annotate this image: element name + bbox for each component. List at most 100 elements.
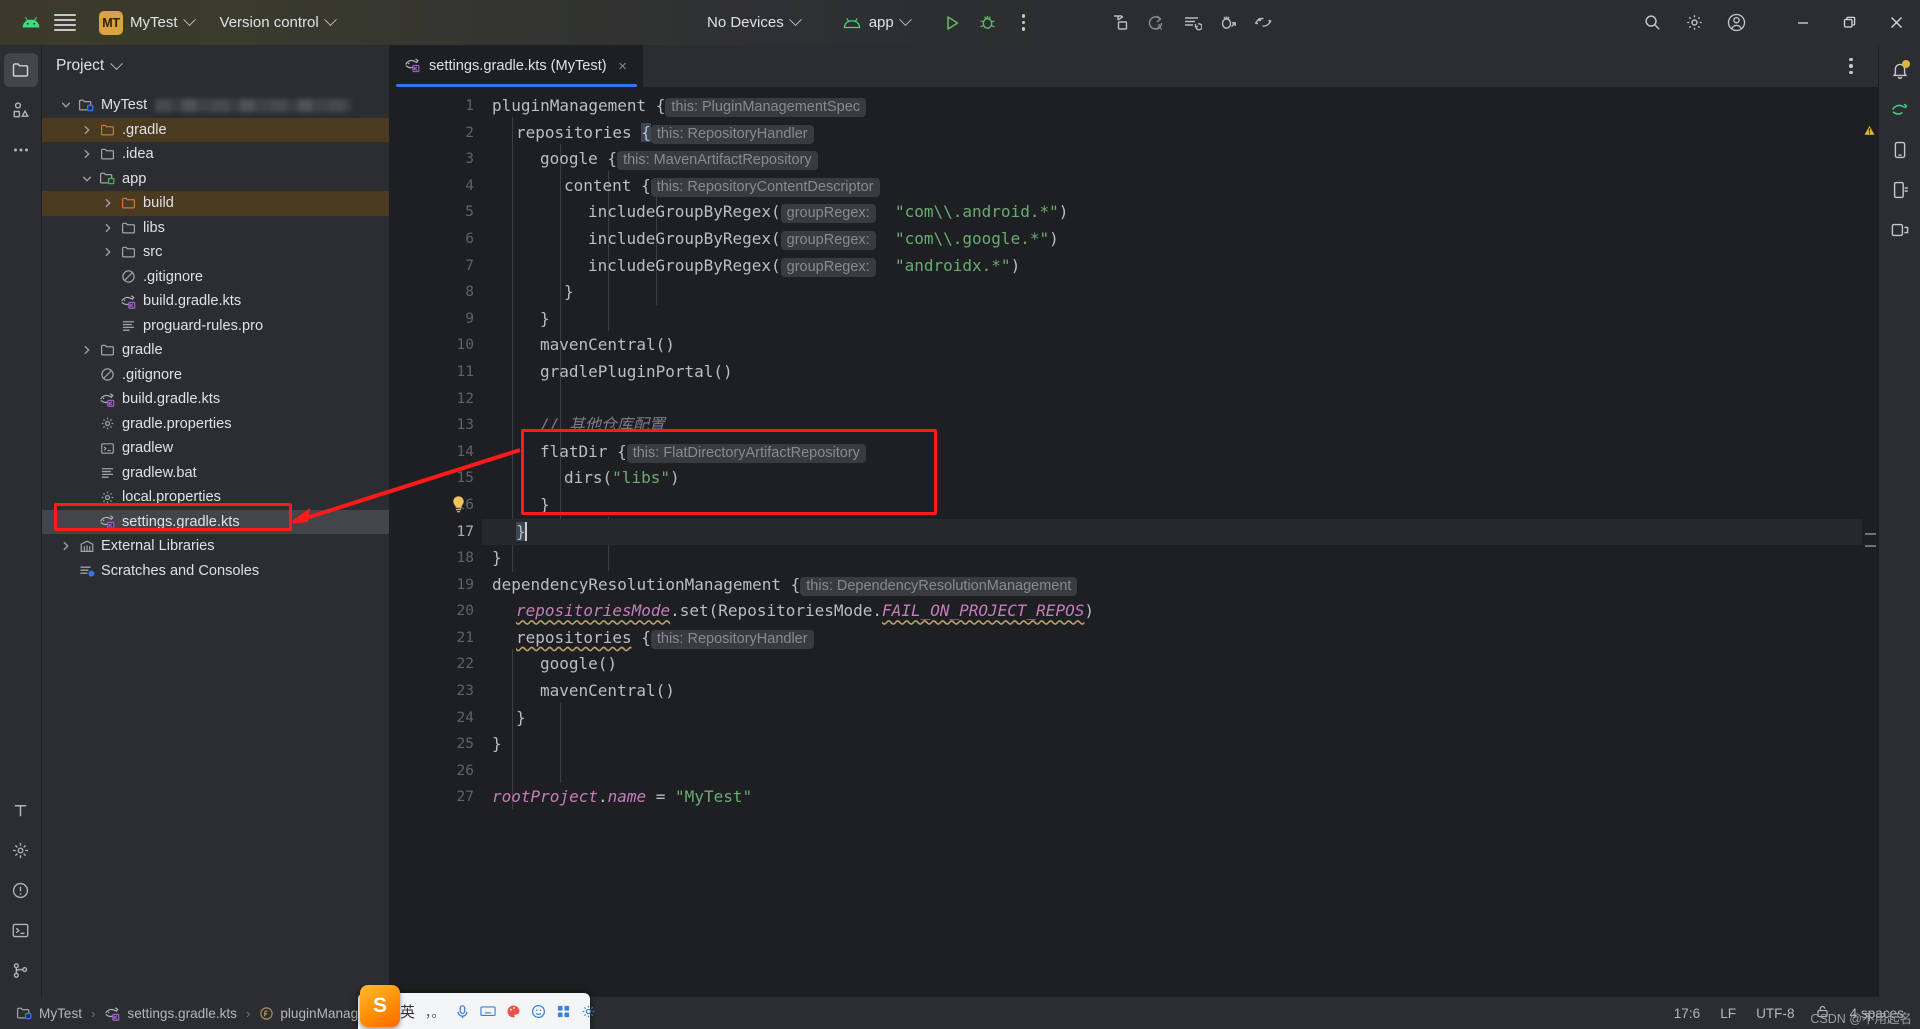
editor-options-button[interactable] bbox=[1834, 50, 1868, 82]
code-line[interactable]: } bbox=[482, 306, 1862, 333]
line-separator[interactable]: LF bbox=[1720, 1006, 1736, 1021]
line-number[interactable]: 3 bbox=[390, 146, 482, 173]
code-line[interactable]: includeGroupByRegex(groupRegex: "android… bbox=[482, 253, 1862, 280]
logcat-button[interactable] bbox=[1175, 7, 1209, 39]
code-line[interactable]: mavenCentral() bbox=[482, 332, 1862, 359]
code-line[interactable]: content {this: RepositoryContentDescript… bbox=[482, 173, 1862, 200]
ime-punctuation-label[interactable]: ，。 bbox=[425, 1002, 445, 1021]
tree-item-gradlew[interactable]: gradlew bbox=[42, 436, 389, 461]
chevron-down-icon[interactable] bbox=[58, 97, 74, 113]
line-number[interactable]: 15 bbox=[390, 465, 482, 492]
code-editor[interactable]: 1234567891011121314151617181920212223242… bbox=[390, 87, 1878, 997]
code-line[interactable] bbox=[482, 758, 1862, 785]
sidebar-item-structure[interactable] bbox=[4, 93, 38, 127]
line-number[interactable]: 19 bbox=[390, 572, 482, 599]
code-line[interactable]: pluginManagement {this: PluginManagement… bbox=[482, 93, 1862, 120]
code-line[interactable]: rootProject.name = "MyTest" bbox=[482, 784, 1862, 811]
search-everywhere-button[interactable] bbox=[1635, 7, 1669, 39]
line-number[interactable]: 4 bbox=[390, 173, 482, 200]
line-number[interactable]: 23 bbox=[390, 678, 482, 705]
chevron-right-icon[interactable] bbox=[79, 342, 95, 358]
breadcrumb-item[interactable]: MyTest bbox=[12, 1003, 86, 1024]
code-line[interactable]: // 其他仓库配置 bbox=[482, 412, 1862, 439]
ime-mode-label[interactable]: 英 bbox=[400, 1001, 415, 1022]
emoji-icon[interactable] bbox=[531, 1002, 546, 1021]
tree-item-proguard-rules-pro[interactable]: proguard-rules.pro bbox=[42, 314, 389, 339]
code-line[interactable]: dirs("libs") bbox=[482, 465, 1862, 492]
caret-position[interactable]: 17:6 bbox=[1674, 1006, 1700, 1021]
line-number[interactable]: 25 bbox=[390, 731, 482, 758]
line-number[interactable]: 17 bbox=[390, 519, 482, 546]
minimize-button[interactable] bbox=[1779, 0, 1826, 45]
project-selector[interactable]: MT MyTest bbox=[90, 8, 203, 38]
chevron-right-icon[interactable] bbox=[58, 538, 74, 554]
line-number[interactable]: 27 bbox=[390, 784, 482, 811]
notifications-button[interactable] bbox=[1883, 53, 1917, 87]
line-number[interactable]: 5 bbox=[390, 199, 482, 226]
line-number[interactable]: 18 bbox=[390, 545, 482, 572]
debug-button[interactable] bbox=[971, 7, 1005, 39]
hamburger-menu-icon[interactable] bbox=[48, 7, 82, 39]
code-line[interactable]: google {this: MavenArtifactRepository bbox=[482, 146, 1862, 173]
tree-item-build[interactable]: build bbox=[42, 191, 389, 216]
line-number[interactable]: 7 bbox=[390, 253, 482, 280]
settings-button[interactable] bbox=[1677, 7, 1711, 39]
tree-item--idea[interactable]: .idea bbox=[42, 142, 389, 167]
code-line[interactable]: } bbox=[482, 731, 1862, 758]
close-button[interactable] bbox=[1873, 0, 1920, 45]
code-line[interactable]: } bbox=[482, 279, 1862, 306]
editor-marker-strip[interactable] bbox=[1862, 87, 1878, 997]
code-line[interactable]: dependencyResolutionManagement {this: De… bbox=[482, 572, 1862, 599]
tree-item-src[interactable]: src bbox=[42, 240, 389, 265]
line-number[interactable]: 16 bbox=[390, 492, 482, 519]
device-file-explorer-button[interactable] bbox=[1883, 173, 1917, 207]
device-selector[interactable]: No Devices bbox=[698, 8, 809, 38]
code-line[interactable]: repositories {this: RepositoryHandler bbox=[482, 120, 1862, 147]
project-tree[interactable]: MyTest.gradle.ideaappbuildlibssrc.gitign… bbox=[42, 87, 389, 997]
line-number[interactable]: 24 bbox=[390, 705, 482, 732]
tree-item-scratches-and-consoles[interactable]: Scratches and Consoles bbox=[42, 559, 389, 584]
color-palette-icon[interactable] bbox=[506, 1002, 521, 1021]
account-button[interactable] bbox=[1719, 7, 1753, 39]
maximize-restore-button[interactable] bbox=[1826, 0, 1873, 45]
line-number[interactable]: 21 bbox=[390, 625, 482, 652]
code-line[interactable]: repositories {this: RepositoryHandler bbox=[482, 625, 1862, 652]
run-more-options-button[interactable] bbox=[1007, 7, 1041, 39]
line-number[interactable]: 12 bbox=[390, 386, 482, 413]
editor-tab-settings-gradle-kts[interactable]: settings.gradle.kts (MyTest) × bbox=[390, 45, 643, 87]
tree-item-settings-gradle-kts[interactable]: settings.gradle.kts bbox=[42, 510, 389, 535]
chevron-right-icon[interactable] bbox=[100, 195, 116, 211]
tree-item-local-properties[interactable]: local.properties bbox=[42, 485, 389, 510]
code-line[interactable]: gradlePluginPortal() bbox=[482, 359, 1862, 386]
file-encoding[interactable]: UTF-8 bbox=[1756, 1006, 1795, 1021]
line-number[interactable]: 14 bbox=[390, 439, 482, 466]
make-project-button[interactable] bbox=[1103, 7, 1137, 39]
run-button[interactable] bbox=[935, 7, 969, 39]
line-number[interactable]: 1 bbox=[390, 93, 482, 120]
chevron-down-icon[interactable] bbox=[110, 57, 123, 70]
code-line[interactable] bbox=[482, 386, 1862, 413]
device-manager-button[interactable] bbox=[1883, 133, 1917, 167]
tree-item-app[interactable]: app bbox=[42, 167, 389, 192]
line-number[interactable]: 9 bbox=[390, 306, 482, 333]
code-line[interactable]: mavenCentral() bbox=[482, 678, 1862, 705]
chevron-right-icon[interactable] bbox=[79, 146, 95, 162]
code-line[interactable]: } bbox=[482, 545, 1862, 572]
chevron-right-icon[interactable] bbox=[100, 244, 116, 260]
apply-changes-button[interactable]: A bbox=[1139, 7, 1173, 39]
tree-item-gradle[interactable]: gradle bbox=[42, 338, 389, 363]
keyboard-icon[interactable] bbox=[480, 1002, 496, 1021]
line-number[interactable]: 13 bbox=[390, 412, 482, 439]
apps-icon[interactable] bbox=[556, 1002, 571, 1021]
tree-item-libs[interactable]: libs bbox=[42, 216, 389, 241]
settings-icon[interactable] bbox=[581, 1002, 596, 1021]
close-icon[interactable]: × bbox=[615, 58, 631, 74]
tree-item--gitignore[interactable]: .gitignore bbox=[42, 363, 389, 388]
version-control-selector[interactable]: Version control bbox=[211, 8, 344, 38]
sidebar-more-button[interactable] bbox=[4, 133, 38, 167]
tree-item-gradlew-bat[interactable]: gradlew.bat bbox=[42, 461, 389, 486]
tree-item--gradle[interactable]: .gradle bbox=[42, 118, 389, 143]
line-number[interactable]: 11 bbox=[390, 359, 482, 386]
chevron-down-icon[interactable] bbox=[79, 171, 95, 187]
ime-toolbar[interactable]: S 英 ，。 bbox=[358, 993, 590, 1029]
